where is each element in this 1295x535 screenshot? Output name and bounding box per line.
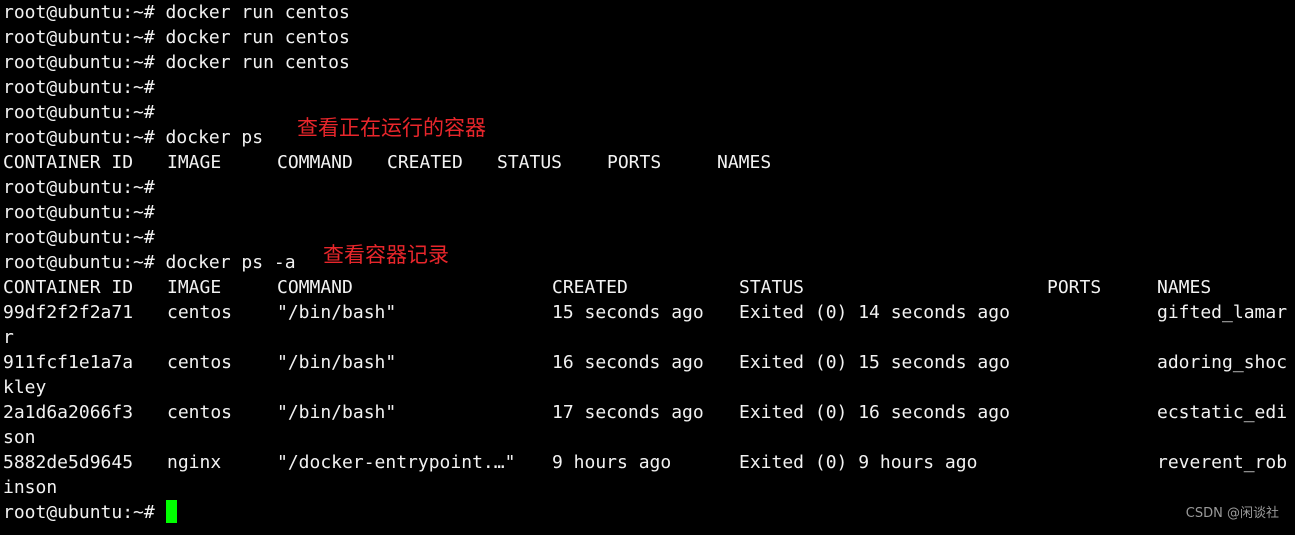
header-command: COMMAND: [277, 152, 353, 173]
container-created: 15 seconds ago: [552, 302, 704, 323]
container-id: 99df2f2f2a71: [3, 302, 134, 323]
annotation-ps: 查看正在运行的容器: [297, 116, 486, 140]
header-status: STATUS: [497, 152, 563, 173]
header-names: NAMES: [1157, 277, 1212, 298]
table-row: 99df2f2f2a71 centos "/bin/bash" 15 secon…: [0, 300, 1295, 325]
container-command: "/bin/bash": [277, 352, 397, 373]
header-names: NAMES: [717, 152, 772, 173]
annotation-ps-a: 查看容器记录: [323, 243, 449, 267]
container-id: 5882de5d9645: [3, 452, 134, 473]
prompt-line: root@ubuntu:~# docker ps: [3, 127, 264, 148]
table-row: 2a1d6a2066f3 centos "/bin/bash" 17 secon…: [0, 400, 1295, 425]
container-name: reverent_rob: [1157, 452, 1288, 473]
table-row-wrap: inson: [3, 477, 58, 498]
prompt-line: root@ubuntu:~# docker run centos: [3, 27, 350, 48]
container-id: 2a1d6a2066f3: [3, 402, 134, 423]
container-command: "/docker-entrypoint.…": [277, 452, 516, 473]
watermark-text: CSDN @闲谈社: [1185, 506, 1279, 521]
prompt-line: root@ubuntu:~#: [3, 227, 155, 248]
prompt-line: root@ubuntu:~#: [3, 102, 155, 123]
psa-header-row: CONTAINER ID IMAGE COMMAND CREATED STATU…: [0, 275, 1295, 300]
header-command: COMMAND: [277, 277, 353, 298]
container-status: Exited (0) 15 seconds ago: [739, 352, 1010, 373]
prompt-line: root@ubuntu:~#: [3, 202, 155, 223]
header-ports: PORTS: [1047, 277, 1102, 298]
prompt-line: root@ubuntu:~# docker ps -a: [3, 252, 296, 273]
container-name: adoring_shoc: [1157, 352, 1288, 373]
prompt-line: root@ubuntu:~# docker run centos: [3, 2, 350, 23]
header-status: STATUS: [739, 277, 805, 298]
prompt-line: root@ubuntu:~#: [3, 77, 155, 98]
prompt-line: root@ubuntu:~# docker run centos: [3, 52, 350, 73]
terminal-window[interactable]: root@ubuntu:~# docker run centos root@ub…: [0, 0, 1295, 535]
table-row-wrap: son: [3, 427, 36, 448]
terminal-cursor: [165, 500, 177, 523]
container-command: "/bin/bash": [277, 402, 397, 423]
container-created: 9 hours ago: [552, 452, 672, 473]
container-status: Exited (0) 16 seconds ago: [739, 402, 1010, 423]
container-image: centos: [167, 402, 233, 423]
header-ports: PORTS: [607, 152, 662, 173]
header-image: IMAGE: [167, 152, 222, 173]
header-image: IMAGE: [167, 277, 222, 298]
table-row-wrap: r: [3, 327, 14, 348]
ps-header-row: CONTAINER ID IMAGE COMMAND CREATED STATU…: [0, 150, 1295, 175]
container-status: Exited (0) 14 seconds ago: [739, 302, 1010, 323]
container-name: gifted_lamar: [1157, 302, 1288, 323]
prompt-text: root@ubuntu:~#: [3, 502, 166, 523]
container-status: Exited (0) 9 hours ago: [739, 452, 978, 473]
container-name: ecstatic_edi: [1157, 402, 1288, 423]
header-container-id: CONTAINER ID: [3, 277, 134, 298]
container-id: 911fcf1e1a7a: [3, 352, 134, 373]
container-command: "/bin/bash": [277, 302, 397, 323]
container-created: 17 seconds ago: [552, 402, 704, 423]
header-container-id: CONTAINER ID: [3, 152, 134, 173]
header-created: CREATED: [387, 152, 463, 173]
container-image: centos: [167, 352, 233, 373]
active-prompt-line[interactable]: root@ubuntu:~#: [0, 500, 1295, 525]
table-row: 911fcf1e1a7a centos "/bin/bash" 16 secon…: [0, 350, 1295, 375]
table-row-wrap: kley: [3, 377, 47, 398]
header-created: CREATED: [552, 277, 628, 298]
table-row: 5882de5d9645 nginx "/docker-entrypoint.……: [0, 450, 1295, 475]
container-image: nginx: [167, 452, 222, 473]
container-image: centos: [167, 302, 233, 323]
prompt-line: root@ubuntu:~#: [3, 177, 155, 198]
container-created: 16 seconds ago: [552, 352, 704, 373]
